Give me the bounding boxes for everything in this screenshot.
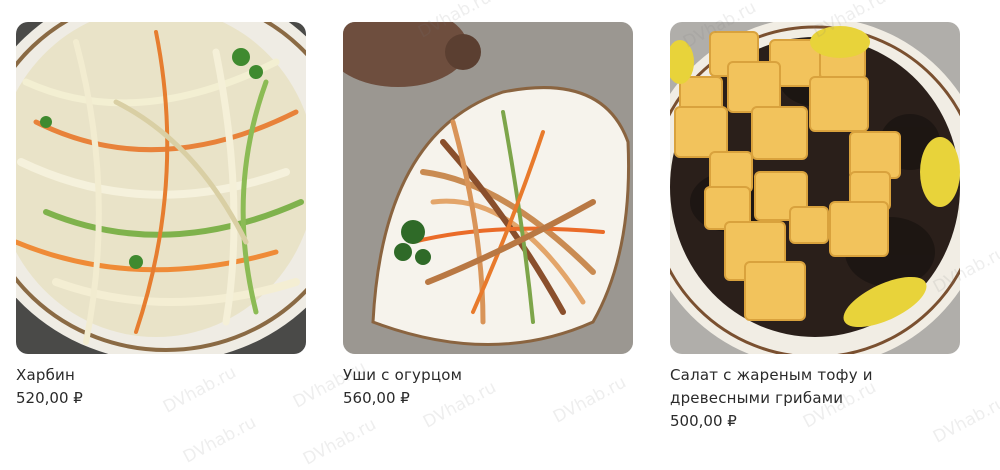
product-card[interactable]: Харбин 520,00 ₽ <box>16 22 308 410</box>
product-name[interactable]: Харбин <box>16 364 308 387</box>
product-price: 520,00 ₽ <box>16 389 83 407</box>
product-card[interactable]: Уши с огурцом 560,00 ₽ <box>343 22 635 410</box>
product-photo[interactable] <box>16 22 306 354</box>
product-price: 560,00 ₽ <box>343 389 410 407</box>
product-photo[interactable] <box>670 22 960 354</box>
product-card[interactable]: Салат с жареным тофу и древесными грибам… <box>670 22 962 433</box>
watermark: DVhab.ru <box>179 412 260 468</box>
product-name[interactable]: Уши с огурцом <box>343 364 635 387</box>
watermark: DVhab.ru <box>299 414 380 470</box>
product-photo[interactable] <box>343 22 633 354</box>
product-name[interactable]: Салат с жареным тофу и древесными грибам… <box>670 364 962 410</box>
product-price: 500,00 ₽ <box>670 412 737 430</box>
